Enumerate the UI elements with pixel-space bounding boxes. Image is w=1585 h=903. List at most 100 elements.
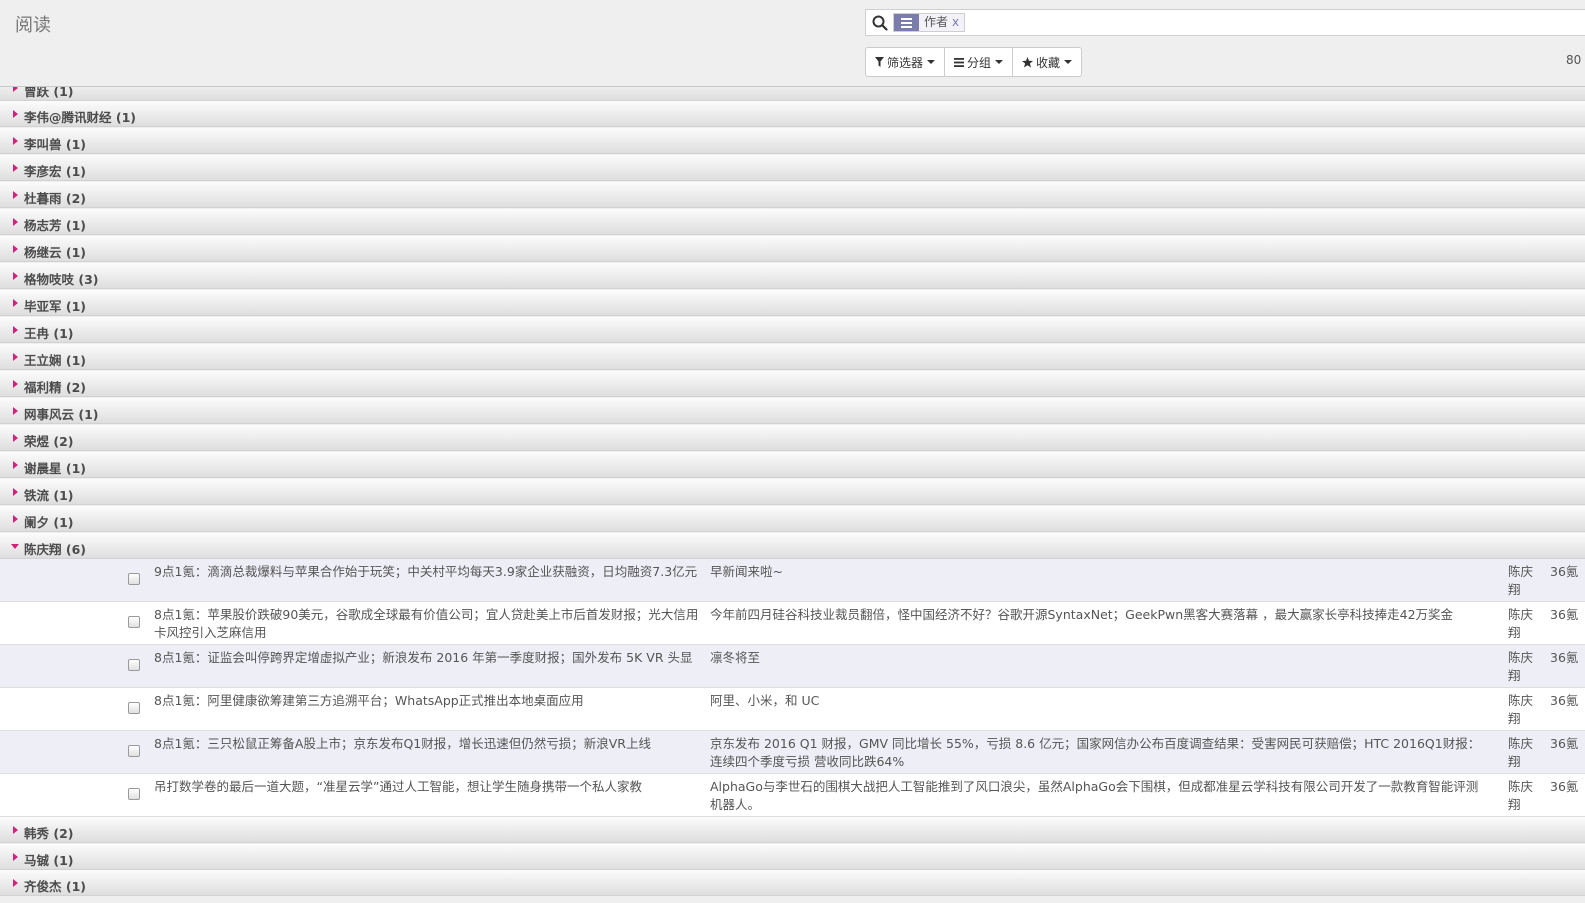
record-source: 36氪: [1550, 607, 1579, 622]
caret-right-icon: [13, 380, 18, 388]
filters-button[interactable]: 筛选器: [866, 48, 944, 76]
record-source: 36氪: [1550, 693, 1579, 708]
group-label: 韩秀 (2): [24, 826, 74, 841]
group-label: 毕亚军 (1): [24, 299, 86, 314]
table-row[interactable]: 8点1氪：证监会叫停跨界定增虚拟产业；新浪发布 2016 年第一季度财报；国外发…: [0, 645, 1585, 688]
record-description: 阿里、小米，和 UC: [710, 693, 820, 708]
group-row[interactable]: 齐俊杰 (1): [0, 870, 1585, 896]
group-row[interactable]: 杨继云 (1): [0, 236, 1585, 262]
record-source: 36氪: [1550, 736, 1579, 751]
table-row[interactable]: 8点1氪：苹果股价跌破90美元，谷歌成全球最有价值公司；宜人贷赴美上市后首发财报…: [0, 602, 1585, 645]
group-label: 谢晨星 (1): [24, 461, 86, 476]
group-row[interactable]: 王冉 (1): [0, 317, 1585, 343]
record-description: 凛冬将至: [710, 650, 761, 665]
group-row[interactable]: 荣煜 (2): [0, 425, 1585, 451]
caret-right-icon: [13, 326, 18, 334]
group-label: 王立娴 (1): [24, 353, 86, 368]
group-row[interactable]: 杜暮雨 (2): [0, 182, 1585, 208]
search-options: 筛选器 分组 收藏: [865, 47, 1083, 77]
caret-right-icon: [13, 137, 18, 145]
group-row[interactable]: 铁流 (1): [0, 479, 1585, 505]
row-checkbox[interactable]: [128, 788, 140, 800]
group-label: 马铖 (1): [24, 853, 74, 868]
record-title: 8点1氪：三只松鼠正筹备A股上市；京东发布Q1财报，增长迅速但仍然亏损；新浪VR…: [154, 736, 651, 751]
group-row[interactable]: 格物吱吱 (3): [0, 263, 1585, 289]
group-label: 杨志芳 (1): [24, 218, 86, 233]
group-row[interactable]: 李伟@腾讯财经 (1): [0, 101, 1585, 127]
record-description: 早新闻来啦~: [710, 564, 783, 579]
record-author: 陈庆翔: [1508, 564, 1534, 597]
group-row[interactable]: 李彦宏 (1): [0, 155, 1585, 181]
facet-remove-button[interactable]: x: [952, 15, 959, 29]
caret-right-icon: [13, 879, 18, 887]
table-row[interactable]: 9点1氪：滴滴总裁爆料与苹果合作始于玩笑；中关村平均每天3.9家企业获融资，日均…: [0, 559, 1585, 602]
group-row[interactable]: 网事风云 (1): [0, 398, 1585, 424]
group-row[interactable]: 马铖 (1): [0, 844, 1585, 870]
row-checkbox[interactable]: [128, 573, 140, 585]
group-label: 网事风云 (1): [24, 407, 99, 422]
record-description: 今年前四月硅谷科技业裁员翻倍，怪中国经济不好？谷歌开源SyntaxNet；Gee…: [710, 607, 1454, 622]
search-facet-author[interactable]: 作者 x: [893, 13, 966, 32]
row-checkbox[interactable]: [128, 745, 140, 757]
record-source: 36氪: [1550, 779, 1579, 794]
record-author: 陈庆翔: [1508, 607, 1534, 640]
record-author: 陈庆翔: [1508, 693, 1534, 726]
facet-value: 作者: [924, 15, 949, 29]
caret-right-icon: [13, 461, 18, 469]
record-author: 陈庆翔: [1508, 650, 1534, 683]
group-label: 杜暮雨 (2): [24, 191, 86, 206]
group-label: 王冉 (1): [24, 326, 74, 341]
group-row[interactable]: 曾跃 (1): [0, 87, 1585, 101]
group-label: 福利精 (2): [24, 380, 86, 395]
caret-right-icon: [13, 164, 18, 172]
group-label: 曾跃 (1): [24, 87, 74, 99]
group-row[interactable]: 谢晨星 (1): [0, 452, 1585, 478]
bars-icon: [954, 57, 965, 67]
group-row[interactable]: 毕亚军 (1): [0, 290, 1585, 316]
row-checkbox[interactable]: [128, 616, 140, 628]
row-checkbox[interactable]: [128, 659, 140, 671]
group-label: 杨继云 (1): [24, 245, 86, 260]
caret-right-icon: [13, 299, 18, 307]
group-label: 齐俊杰 (1): [24, 879, 86, 894]
caret-down-icon: [927, 60, 936, 64]
group-row-expanded[interactable]: 陈庆翔 (6): [0, 533, 1585, 559]
caret-right-icon: [13, 87, 18, 92]
caret-down-icon: [11, 544, 19, 549]
group-label: 李彦宏 (1): [24, 164, 86, 179]
caret-right-icon: [13, 434, 18, 442]
group-label: 格物吱吱 (3): [24, 272, 99, 287]
favorites-button[interactable]: 收藏: [1012, 48, 1081, 76]
list-icon: [894, 14, 919, 31]
groupby-button[interactable]: 分组: [944, 48, 1012, 76]
group-row[interactable]: 韩秀 (2): [0, 817, 1585, 843]
group-row[interactable]: 福利精 (2): [0, 371, 1585, 397]
table-row[interactable]: 8点1氪：三只松鼠正筹备A股上市；京东发布Q1财报，增长迅速但仍然亏损；新浪VR…: [0, 731, 1585, 774]
search-bar[interactable]: 作者 x: [865, 9, 1585, 36]
grouped-list-view: 曾跃 (1) 李伟@腾讯财经 (1) 李叫兽 (1) 李彦宏 (1) 杜暮雨 (…: [0, 87, 1585, 903]
caret-right-icon: [13, 407, 18, 415]
caret-right-icon: [13, 826, 18, 834]
caret-right-icon: [13, 488, 18, 496]
filter-icon: [875, 57, 884, 67]
caret-right-icon: [13, 218, 18, 226]
group-row[interactable]: 阑夕 (1): [0, 506, 1585, 532]
caret-right-icon: [13, 272, 18, 280]
record-title: 8点1氪：苹果股价跌破90美元，谷歌成全球最有价值公司；宜人贷赴美上市后首发财报…: [154, 607, 699, 640]
breadcrumb-title: 阅读: [15, 15, 51, 36]
group-row[interactable]: 王立娴 (1): [0, 344, 1585, 370]
row-checkbox[interactable]: [128, 702, 140, 714]
table-row[interactable]: 吊打数学卷的最后一道大题，“准星云学”通过人工智能，想让学生随身携带一个私人家教…: [0, 774, 1585, 817]
table-row[interactable]: 8点1氪：阿里健康欲筹建第三方追溯平台；WhatsApp正式推出本地桌面应用 阿…: [0, 688, 1585, 731]
group-label: 阑夕 (1): [24, 515, 74, 530]
search-icon[interactable]: [872, 15, 888, 31]
control-panel: 阅读 作者 x 筛选器 分组 收藏 80: [0, 0, 1585, 87]
group-row[interactable]: 李叫兽 (1): [0, 128, 1585, 154]
record-author: 陈庆翔: [1508, 779, 1534, 812]
pager-value[interactable]: 80: [1566, 53, 1581, 67]
groupby-label: 分组: [967, 55, 992, 70]
group-row[interactable]: 杨志芳 (1): [0, 209, 1585, 235]
record-source: 36氪: [1550, 564, 1579, 579]
record-title: 9点1氪：滴滴总裁爆料与苹果合作始于玩笑；中关村平均每天3.9家企业获融资，日均…: [154, 564, 698, 579]
caret-right-icon: [13, 110, 18, 118]
